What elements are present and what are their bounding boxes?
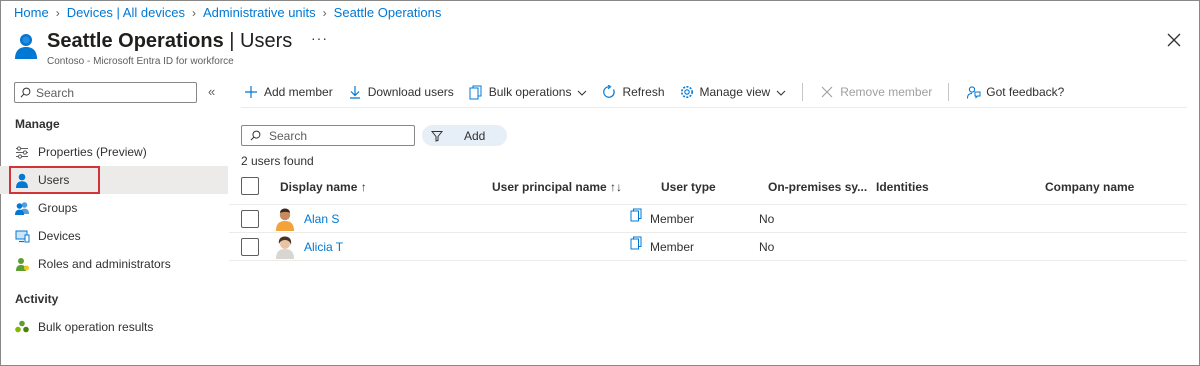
column-company-name[interactable]: Company name — [1045, 180, 1134, 194]
breadcrumb-admin-units[interactable]: Administrative units — [203, 5, 316, 20]
got-feedback-button[interactable]: Got feedback? — [965, 84, 1064, 100]
on-premises-sync-cell: No — [759, 212, 775, 226]
breadcrumb: Home › Devices | All devices › Administr… — [14, 5, 441, 20]
chevron-down-icon — [577, 85, 587, 99]
add-filter-label: Add — [464, 128, 486, 143]
column-user-type[interactable]: User type — [661, 180, 716, 194]
breadcrumb-separator: › — [322, 5, 327, 20]
plus-icon — [243, 84, 259, 100]
selection-highlight-box — [9, 166, 100, 194]
page-title-entity: Seattle Operations — [47, 30, 224, 52]
add-filter-button[interactable]: Add — [422, 125, 507, 146]
sidebar-search-placeholder: Search — [36, 85, 75, 100]
sidebar-item-groups[interactable]: Groups — [0, 194, 228, 222]
manage-view-label: Manage view — [699, 85, 771, 99]
column-on-premises-sync[interactable]: On-premises sy... — [768, 180, 867, 194]
avatar — [276, 236, 294, 259]
sidebar-item-label: Properties (Preview) — [38, 145, 147, 159]
column-display-name[interactable]: Display name ↑ — [280, 180, 367, 194]
copy-icon[interactable] — [630, 236, 642, 250]
filter-icon — [431, 130, 443, 142]
sidebar-item-properties[interactable]: Properties (Preview) — [0, 138, 228, 166]
user-display-name-link[interactable]: Alicia T — [304, 240, 343, 254]
row-divider — [229, 232, 1187, 233]
copy-icon[interactable] — [630, 208, 642, 222]
devices-icon — [14, 228, 30, 244]
refresh-icon — [601, 84, 617, 100]
avatar — [276, 208, 294, 231]
select-all-checkbox[interactable] — [241, 177, 259, 195]
toolbar-divider-line — [241, 107, 1187, 108]
refresh-button[interactable]: Refresh — [601, 84, 665, 100]
section-activity: Activity — [15, 292, 59, 306]
breadcrumb-home[interactable]: Home — [14, 5, 49, 20]
refresh-label: Refresh — [622, 85, 665, 99]
download-users-label: Download users — [367, 85, 454, 99]
bulk-results-icon — [14, 319, 30, 335]
sidebar-item-label: Bulk operation results — [38, 320, 154, 334]
section-manage: Manage — [15, 117, 60, 131]
page-subtitle: Contoso - Microsoft Entra ID for workfor… — [47, 56, 234, 67]
page-title-page: Users — [240, 30, 293, 52]
x-icon — [819, 84, 835, 100]
gear-icon — [679, 84, 695, 100]
download-users-button[interactable]: Download users — [347, 84, 454, 100]
sidebar-item-bulk-operation-results[interactable]: Bulk operation results — [0, 313, 228, 341]
chevron-down-icon — [776, 85, 786, 99]
collapse-sidebar-button[interactable]: « — [208, 84, 215, 99]
feedback-icon — [965, 84, 981, 100]
command-toolbar: Add member Download users Bulk operation… — [243, 80, 1078, 104]
row-divider — [229, 204, 1187, 205]
breadcrumb-separator: › — [55, 5, 60, 20]
manage-view-button[interactable]: Manage view — [679, 84, 787, 100]
user-search-input[interactable]: Search — [241, 125, 415, 146]
breadcrumb-seattle-operations[interactable]: Seattle Operations — [334, 5, 442, 20]
results-count: 2 users found — [241, 154, 314, 168]
breadcrumb-separator: › — [191, 5, 196, 20]
user-type-cell: Member — [650, 240, 695, 254]
remove-member-label: Remove member — [840, 85, 933, 99]
sidebar-item-roles[interactable]: Roles and administrators — [0, 250, 228, 278]
sidebar-item-label: Groups — [38, 201, 78, 215]
add-member-label: Add member — [264, 85, 333, 99]
row-checkbox[interactable] — [241, 238, 259, 256]
on-premises-sync-cell: No — [759, 240, 775, 254]
user-type-cell: Member — [650, 212, 695, 226]
roles-icon — [14, 256, 30, 272]
row-divider — [229, 260, 1187, 261]
breadcrumb-devices[interactable]: Devices | All devices — [67, 5, 185, 20]
sidebar-item-label: Devices — [38, 229, 81, 243]
groups-icon — [14, 200, 30, 216]
sidebar-item-label: Roles and administrators — [38, 257, 171, 271]
user-search-placeholder: Search — [269, 128, 308, 143]
document-stack-icon — [468, 84, 484, 100]
user-title-icon — [15, 34, 37, 59]
row-checkbox[interactable] — [241, 210, 259, 228]
column-user-principal-name[interactable]: User principal name ↑↓ — [492, 180, 622, 194]
bulk-operations-label: Bulk operations — [488, 85, 572, 99]
bulk-operations-button[interactable]: Bulk operations — [468, 84, 588, 100]
column-identities[interactable]: Identities — [876, 180, 929, 194]
search-icon — [20, 87, 31, 98]
more-options-button[interactable]: ··· — [311, 30, 328, 46]
settings-sliders-icon — [14, 144, 30, 160]
download-icon — [347, 84, 363, 100]
user-display-name-link[interactable]: Alan S — [304, 212, 339, 226]
got-feedback-label: Got feedback? — [986, 85, 1065, 99]
add-member-button[interactable]: Add member — [243, 84, 333, 100]
close-icon[interactable] — [1166, 32, 1182, 48]
page-title-separator: | — [223, 30, 241, 52]
toolbar-divider — [948, 83, 950, 101]
toolbar-divider — [802, 83, 804, 101]
page-title: Seattle Operations | Users — [47, 30, 292, 53]
search-icon — [250, 130, 261, 141]
sidebar-search-input[interactable]: Search — [14, 82, 197, 103]
remove-member-button[interactable]: Remove member — [819, 84, 932, 100]
sidebar-item-devices[interactable]: Devices — [0, 222, 228, 250]
